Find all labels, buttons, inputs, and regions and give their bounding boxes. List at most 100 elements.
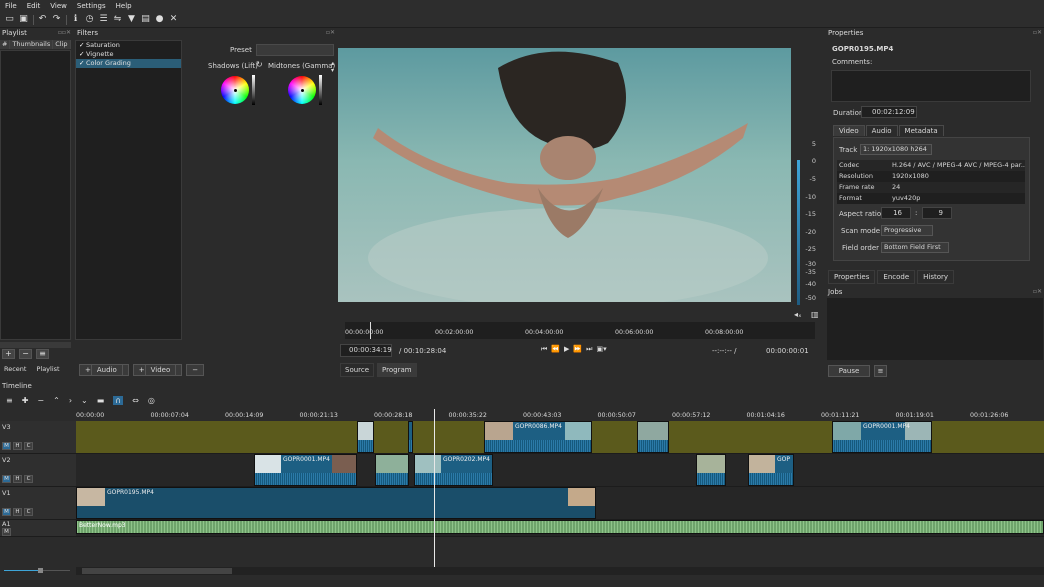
shadows-luma-slider[interactable] xyxy=(252,75,255,105)
spin-arrows-icon[interactable]: ▴ ▾ xyxy=(331,60,334,74)
playlist-remove-button[interactable]: − xyxy=(19,349,32,359)
timeline-menu-icon[interactable]: ≡ xyxy=(6,396,13,405)
timeline-icon[interactable]: ▤ xyxy=(139,13,152,26)
zoom-knob[interactable] xyxy=(38,568,43,573)
dock-buttons[interactable]: ▫✕ xyxy=(1033,29,1042,36)
track-lane-v2[interactable]: GOPR0001.MP4 GOPR0202.MP4 GOP xyxy=(76,454,1044,487)
pause-button[interactable]: Pause xyxy=(828,365,870,377)
encode-icon[interactable]: ● xyxy=(153,13,166,26)
timeline-scrollbar[interactable] xyxy=(76,567,1044,575)
lift-icon[interactable]: ⌃ xyxy=(53,396,60,405)
composite-button[interactable]: C xyxy=(24,508,33,516)
split-icon[interactable]: ▬ xyxy=(97,396,105,405)
timeline-ruler[interactable]: 00:00:00 00:00:07:04 00:00:14:09 00:00:21:1… xyxy=(76,409,1044,421)
skip-next-icon[interactable]: ⏭ xyxy=(586,345,592,354)
tab-recent[interactable]: Recent xyxy=(0,364,30,376)
ripple-icon[interactable]: ⇔ xyxy=(132,396,139,405)
volume-icon[interactable]: ▥ xyxy=(811,310,819,319)
clock-icon[interactable]: ◷ xyxy=(83,13,96,26)
playlist-col-thumbnails[interactable]: Thumbnails xyxy=(10,40,54,49)
player-ruler[interactable]: 00:00:00:00 00:02:00:00 00:04:00:00 00:0… xyxy=(345,322,815,339)
composite-button[interactable]: C xyxy=(24,442,33,450)
mute-button[interactable]: M xyxy=(2,528,11,536)
timeline-clip[interactable]: GOPR0001.MP4 xyxy=(832,421,932,453)
tab-source[interactable]: Source xyxy=(340,363,375,377)
playlist-scrollbar[interactable] xyxy=(0,342,71,348)
duration-field[interactable]: 00:02:12:09 xyxy=(861,106,917,118)
dock-buttons[interactable]: ▫▫✕ xyxy=(58,29,71,36)
timeline-clip[interactable] xyxy=(696,454,726,486)
timeline-clip[interactable]: GOPR0001.MP4 xyxy=(254,454,357,486)
playlist-icon[interactable]: ☰ xyxy=(97,13,110,26)
timeline-clip[interactable] xyxy=(637,421,669,453)
scrollbar-thumb[interactable] xyxy=(82,568,232,574)
dock-buttons[interactable]: ▫✕ xyxy=(326,29,335,36)
playlist-col-number[interactable]: # xyxy=(0,40,11,49)
filter-icon[interactable]: ▼ xyxy=(125,13,138,26)
menu-edit[interactable]: Edit xyxy=(27,2,41,10)
timeline-clip[interactable]: GOP xyxy=(748,454,794,486)
hide-button[interactable]: H xyxy=(13,442,22,450)
video-preview[interactable] xyxy=(338,48,791,302)
mute-button[interactable]: M xyxy=(2,508,11,516)
track-header-v3[interactable]: V3 MHC xyxy=(0,421,76,454)
playlist-add-button[interactable]: + xyxy=(2,349,15,359)
aspect-width-field[interactable]: 16 xyxy=(881,207,911,219)
composite-button[interactable]: C xyxy=(24,475,33,483)
redo-icon[interactable]: ↷ xyxy=(50,13,63,26)
dock-buttons[interactable]: ▫✕ xyxy=(1033,288,1042,295)
track-header-v2[interactable]: V2 MHC xyxy=(0,454,76,487)
fast-forward-icon[interactable]: ⏩ xyxy=(573,345,582,354)
rewind-icon[interactable]: ⏪ xyxy=(551,345,560,354)
info-icon[interactable]: ℹ xyxy=(69,13,82,26)
playlist-list[interactable] xyxy=(0,50,71,340)
aspect-height-field[interactable]: 9 xyxy=(922,207,952,219)
scrub-icon[interactable]: ◎ xyxy=(148,396,155,405)
checkbox-icon[interactable]: ✓ xyxy=(79,41,86,50)
play-icon[interactable]: ▶ xyxy=(564,345,569,354)
tab-metadata[interactable]: Metadata xyxy=(898,125,944,136)
tab-playlist[interactable]: Playlist xyxy=(32,364,63,376)
history-icon[interactable]: ⇋ xyxy=(111,13,124,26)
timeline-clip[interactable]: GOPR0202.MP4 xyxy=(414,454,493,486)
timeline-zoom-slider[interactable] xyxy=(4,568,70,573)
undo-icon[interactable]: ↶ xyxy=(36,13,49,26)
track-select[interactable]: 1: 1920x1080 h264 xyxy=(860,144,932,155)
timeline-clip[interactable]: GOPR0086.MP4 xyxy=(484,421,592,453)
tab-video[interactable]: Video xyxy=(833,125,865,136)
tab-properties[interactable]: Properties xyxy=(828,270,876,284)
open-file-icon[interactable]: ▭ xyxy=(3,13,16,26)
hide-button[interactable]: H xyxy=(13,508,22,516)
close-icon[interactable]: ✕ xyxy=(167,13,180,26)
track-lane-a1[interactable]: BetterNow.mp3 xyxy=(76,520,1044,537)
scan-mode-select[interactable]: Progressive xyxy=(881,225,933,236)
snap-icon[interactable]: ∩ xyxy=(113,395,124,405)
midtones-luma-slider[interactable] xyxy=(319,75,322,105)
tab-audio[interactable]: Audio xyxy=(865,125,898,136)
remove-filter-button[interactable]: − xyxy=(186,364,205,376)
mute-button[interactable]: M xyxy=(2,442,11,450)
save-icon[interactable]: ▣ xyxy=(17,13,30,26)
tab-encode[interactable]: Encode xyxy=(877,270,916,284)
playlist-menu-button[interactable]: ≡ xyxy=(36,349,49,359)
checkbox-icon[interactable]: ✓ xyxy=(79,50,86,59)
track-lane-v3[interactable]: GOPR0086.MP4 GOPR0001.MP4 xyxy=(76,421,1044,454)
zoom-icon[interactable]: ▣▾ xyxy=(596,345,606,354)
skip-previous-icon[interactable]: ⏮ xyxy=(541,345,547,354)
timeline-playhead[interactable] xyxy=(434,409,435,567)
player-playhead[interactable] xyxy=(370,322,371,339)
timeline-clip[interactable]: GOPR0195.MP4 xyxy=(76,487,596,519)
tab-history[interactable]: History xyxy=(917,270,955,284)
field-order-select[interactable]: Bottom Field First xyxy=(881,242,949,253)
mute-icon[interactable]: ◂ₓ xyxy=(794,310,802,319)
track-lane-v1[interactable]: GOPR0195.MP4 xyxy=(76,487,1044,520)
menu-file[interactable]: File xyxy=(5,2,17,10)
jobs-menu-button[interactable]: ≡ xyxy=(874,365,887,377)
filter-item-vignette[interactable]: ✓ Vignette xyxy=(76,50,181,59)
filter-item-color-grading[interactable]: ✓ Color Grading xyxy=(76,59,181,68)
menu-settings[interactable]: Settings xyxy=(77,2,106,10)
remove-icon[interactable]: − xyxy=(37,396,44,405)
timeline-clip[interactable] xyxy=(375,454,409,486)
track-header-a1[interactable]: A1 M xyxy=(0,520,76,537)
preset-combo[interactable] xyxy=(256,44,334,56)
